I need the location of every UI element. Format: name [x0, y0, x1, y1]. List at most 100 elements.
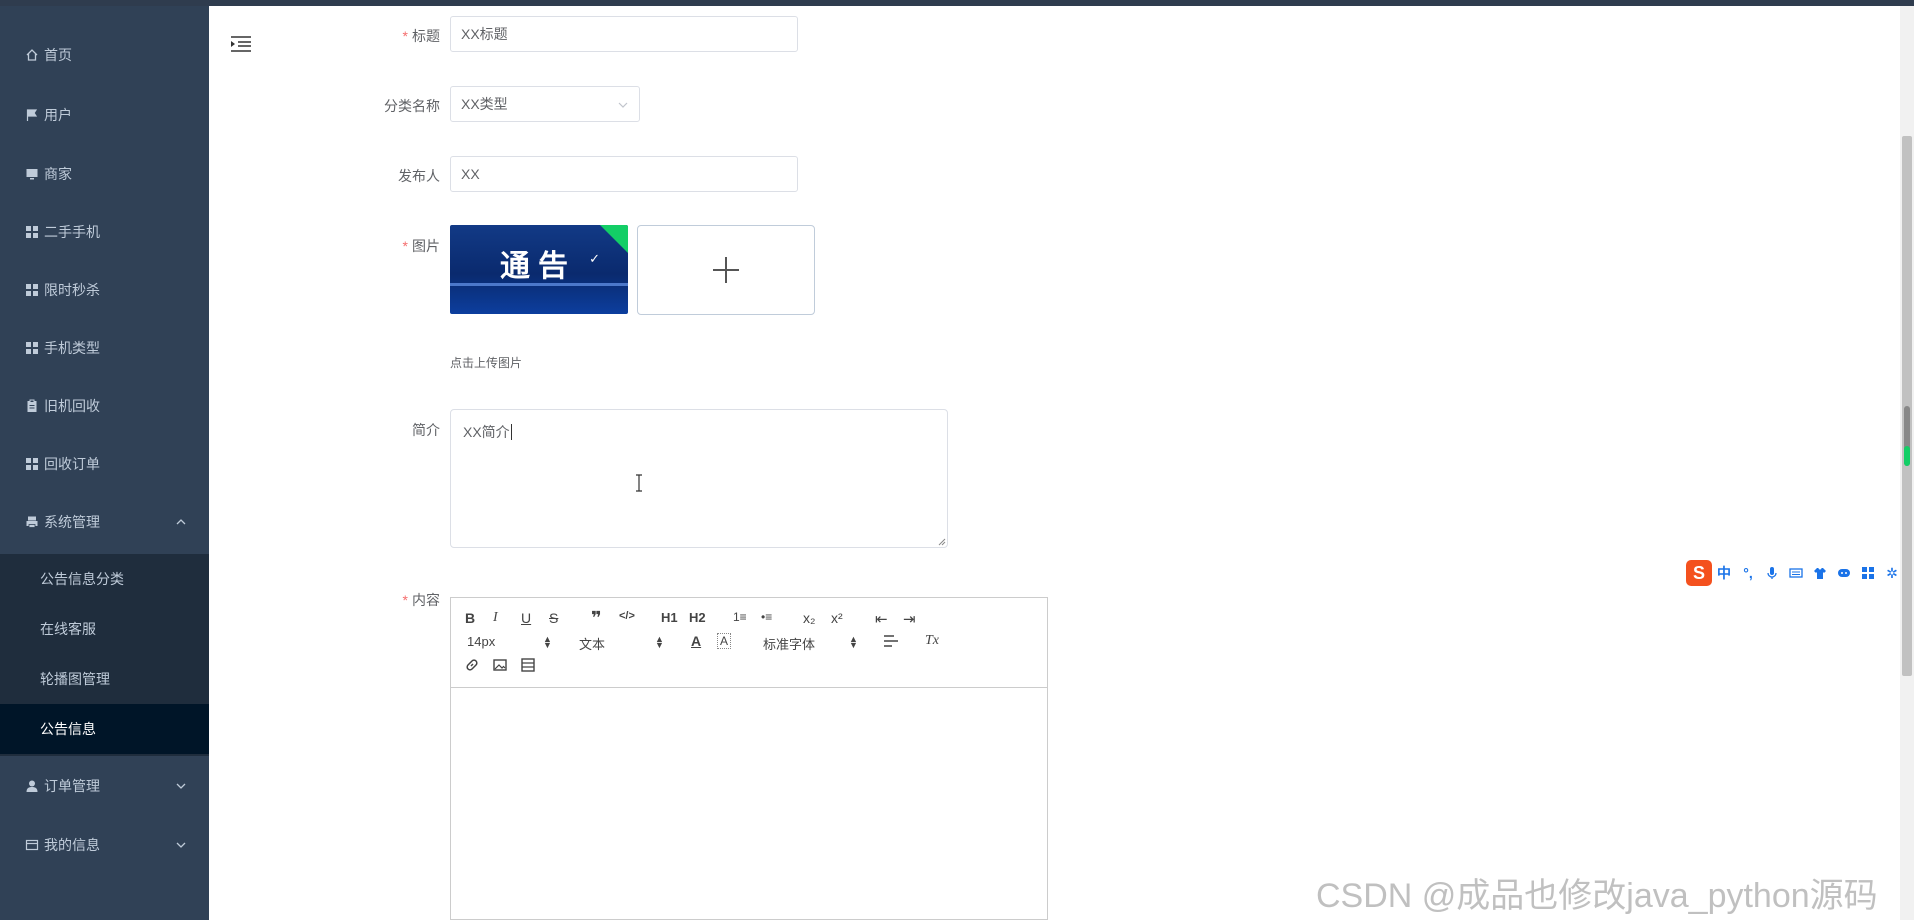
emoji-icon[interactable] — [1832, 561, 1856, 585]
align-left-icon[interactable] — [883, 634, 899, 648]
indent-button[interactable]: ⇥ — [903, 610, 916, 628]
title-input-value: XX标题 — [461, 26, 508, 42]
clean-format-button[interactable]: Tx — [925, 633, 939, 649]
uploaded-image-thumbnail[interactable]: 通告 ✓ — [450, 225, 628, 314]
italic-button[interactable]: I — [493, 610, 498, 626]
category-select[interactable]: XX类型 — [450, 86, 640, 122]
submenu-item-notice[interactable]: 公告信息 — [0, 704, 209, 754]
category-select-value: XX类型 — [461, 96, 508, 112]
content-label-text: 内容 — [412, 592, 440, 608]
intro-textarea[interactable]: XX简介 — [450, 409, 948, 548]
sidebar-item-phone-types[interactable]: 手机类型 — [0, 319, 209, 377]
image-icon[interactable] — [493, 658, 507, 672]
required-mark: * — [402, 592, 408, 608]
grid-icon — [24, 282, 40, 298]
chevron-down-icon — [175, 839, 187, 851]
h2-button[interactable]: H2 — [689, 610, 706, 625]
resize-handle-icon[interactable] — [936, 536, 946, 546]
bold-button[interactable]: B — [465, 610, 475, 626]
background-color-icon[interactable]: A — [717, 633, 732, 649]
ime-language-toggle[interactable]: 中 — [1712, 561, 1736, 585]
link-icon[interactable] — [465, 658, 479, 672]
image-upload-button[interactable] — [637, 225, 815, 315]
keyboard-icon[interactable] — [1784, 561, 1808, 585]
sidebar-item-label: 订单管理 — [44, 778, 100, 794]
underline-button[interactable]: U — [521, 610, 531, 626]
updown-icon: ▲ ▼ — [849, 634, 858, 650]
skin-icon[interactable] — [1808, 561, 1832, 585]
font-family-value: 标准字体 — [763, 637, 816, 652]
sidebar-item-label: 旧机回收 — [44, 398, 100, 414]
plus-icon — [713, 257, 739, 283]
wallet-icon — [24, 837, 40, 853]
header-select-value: 文本 — [579, 637, 606, 652]
page-scrollbar[interactable] — [1900, 6, 1914, 920]
monitor-icon — [24, 166, 40, 182]
chevron-down-icon — [175, 780, 187, 792]
editor-content-area[interactable] — [451, 688, 1047, 919]
font-size-select[interactable]: 14px ▲ ▼ — [467, 634, 553, 650]
submenu-item-online-service[interactable]: 在线客服 — [0, 604, 209, 654]
sidebar: 首页 用户 商家 二手手机 限时秒杀 手机类型 旧机回收 回收订单 系统管理 公… — [0, 6, 209, 920]
upload-success-corner — [600, 225, 628, 253]
blockquote-button[interactable]: ❞ — [591, 608, 602, 629]
publisher-input[interactable]: XX — [450, 156, 798, 192]
sidebar-item-label: 限时秒杀 — [44, 282, 100, 298]
bullet-list-button[interactable]: •≡ — [761, 610, 772, 624]
sidebar-item-my-info[interactable]: 我的信息 — [0, 816, 209, 874]
punctuation-icon[interactable]: °, — [1736, 561, 1760, 585]
toolbox-icon[interactable] — [1856, 561, 1880, 585]
content-label: * 内容 — [320, 590, 440, 610]
upload-tip: 点击上传图片 — [450, 356, 523, 370]
intro-textarea-value: XX简介 — [463, 424, 510, 440]
sidebar-item-flash-sale[interactable]: 限时秒杀 — [0, 261, 209, 319]
sidebar-toggle-icon[interactable] — [230, 34, 252, 54]
sidebar-item-label: 用户 — [44, 107, 72, 123]
title-label-text: 标题 — [412, 28, 440, 44]
microphone-icon[interactable] — [1760, 561, 1784, 585]
video-icon[interactable] — [521, 658, 535, 672]
superscript-button[interactable]: x² — [831, 610, 843, 626]
system-submenu: 公告信息分类 在线客服 轮播图管理 公告信息 — [0, 554, 209, 756]
code-block-button[interactable]: </> — [619, 610, 635, 622]
sidebar-item-orders[interactable]: 订单管理 — [0, 757, 209, 815]
font-size-value: 14px — [467, 634, 496, 649]
sidebar-item-recycle[interactable]: 旧机回收 — [0, 377, 209, 435]
printer-icon — [24, 514, 40, 530]
chevron-down-icon — [617, 98, 629, 110]
title-input[interactable]: XX标题 — [450, 16, 798, 52]
sidebar-item-system[interactable]: 系统管理 — [0, 493, 209, 551]
header-select[interactable]: 文本 ▲ ▼ — [579, 634, 665, 653]
category-label: 分类名称 — [384, 98, 440, 114]
title-label: * 标题 — [320, 26, 440, 46]
submenu-item-label: 公告信息 — [40, 721, 96, 737]
sidebar-item-merchant[interactable]: 商家 — [0, 145, 209, 203]
required-mark: * — [402, 28, 408, 44]
text-cursor-icon — [636, 474, 642, 492]
subscript-button[interactable]: x₂ — [803, 610, 815, 626]
font-family-select[interactable]: 标准字体 ▲ ▼ — [763, 634, 859, 653]
user-icon — [24, 778, 40, 794]
strike-button[interactable]: S — [549, 610, 558, 626]
intro-label: 简介 — [412, 422, 440, 438]
grid-icon — [24, 456, 40, 472]
updown-icon: ▲ ▼ — [543, 634, 552, 650]
sidebar-item-label: 手机类型 — [44, 340, 100, 356]
publisher-label: 发布人 — [398, 168, 440, 184]
font-color-icon[interactable]: A — [691, 633, 701, 649]
chevron-up-icon — [175, 516, 187, 528]
sidebar-item-used-phones[interactable]: 二手手机 — [0, 203, 209, 261]
outdent-button[interactable]: ⇤ — [875, 610, 888, 628]
scroll-indicator-accent — [1904, 446, 1910, 466]
h1-button[interactable]: H1 — [661, 610, 678, 625]
check-icon: ✓ — [589, 251, 600, 266]
sidebar-item-recycle-orders[interactable]: 回收订单 — [0, 435, 209, 493]
submenu-item-carousel[interactable]: 轮播图管理 — [0, 654, 209, 704]
publisher-input-value: XX — [461, 166, 480, 182]
sidebar-item-home[interactable]: 首页 — [0, 26, 209, 84]
sidebar-item-label: 回收订单 — [44, 456, 100, 472]
submenu-item-notice-category[interactable]: 公告信息分类 — [0, 554, 209, 604]
sidebar-item-user[interactable]: 用户 — [0, 86, 209, 144]
sogou-logo-icon[interactable]: S — [1686, 560, 1712, 586]
ordered-list-button[interactable]: 1≡ — [733, 610, 747, 624]
